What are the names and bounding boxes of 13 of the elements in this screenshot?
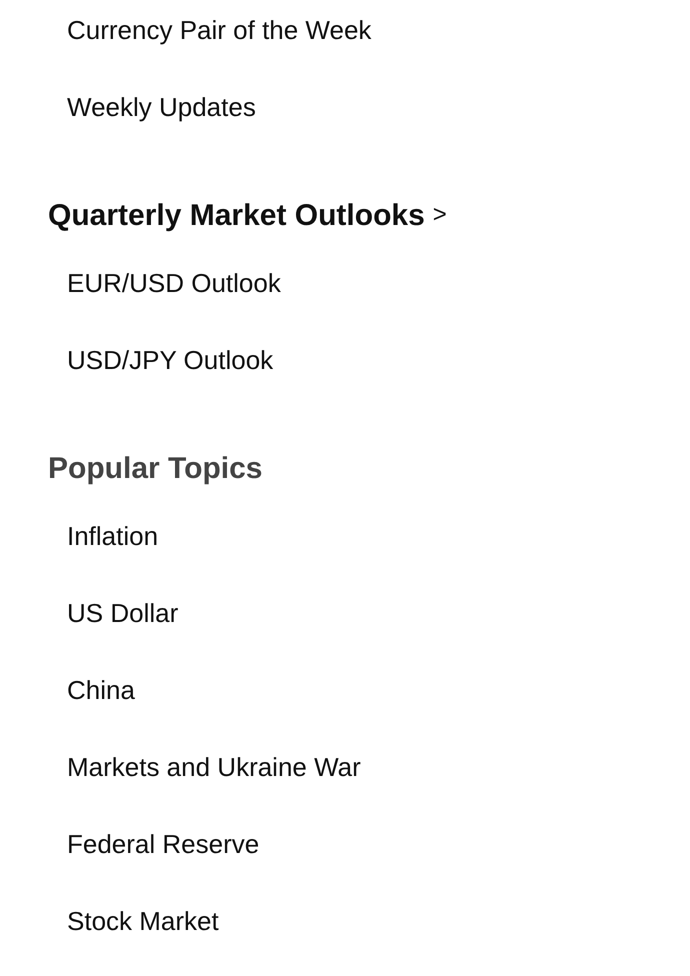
section-heading[interactable]: Quarterly Market Outlooks <box>48 192 425 238</box>
menu-link[interactable]: China <box>67 671 135 710</box>
section-heading: Popular Topics <box>48 450 262 486</box>
menu-link[interactable]: Weekly Updates <box>67 88 256 127</box>
menu-link[interactable]: EUR/USD Outlook <box>67 264 281 303</box>
menu-link[interactable]: US Dollar <box>67 594 178 633</box>
menu-link[interactable]: Currency Pair of the Week <box>67 11 372 50</box>
menu-link[interactable]: Stock Market <box>67 902 219 941</box>
menu-link[interactable]: Inflation <box>67 517 158 556</box>
menu-link[interactable]: Federal Reserve <box>67 825 260 864</box>
menu-link[interactable]: USD/JPY Outlook <box>67 341 274 380</box>
menu-link[interactable]: Markets and Ukraine War <box>67 748 361 787</box>
chevron-link[interactable]: > <box>432 197 447 233</box>
